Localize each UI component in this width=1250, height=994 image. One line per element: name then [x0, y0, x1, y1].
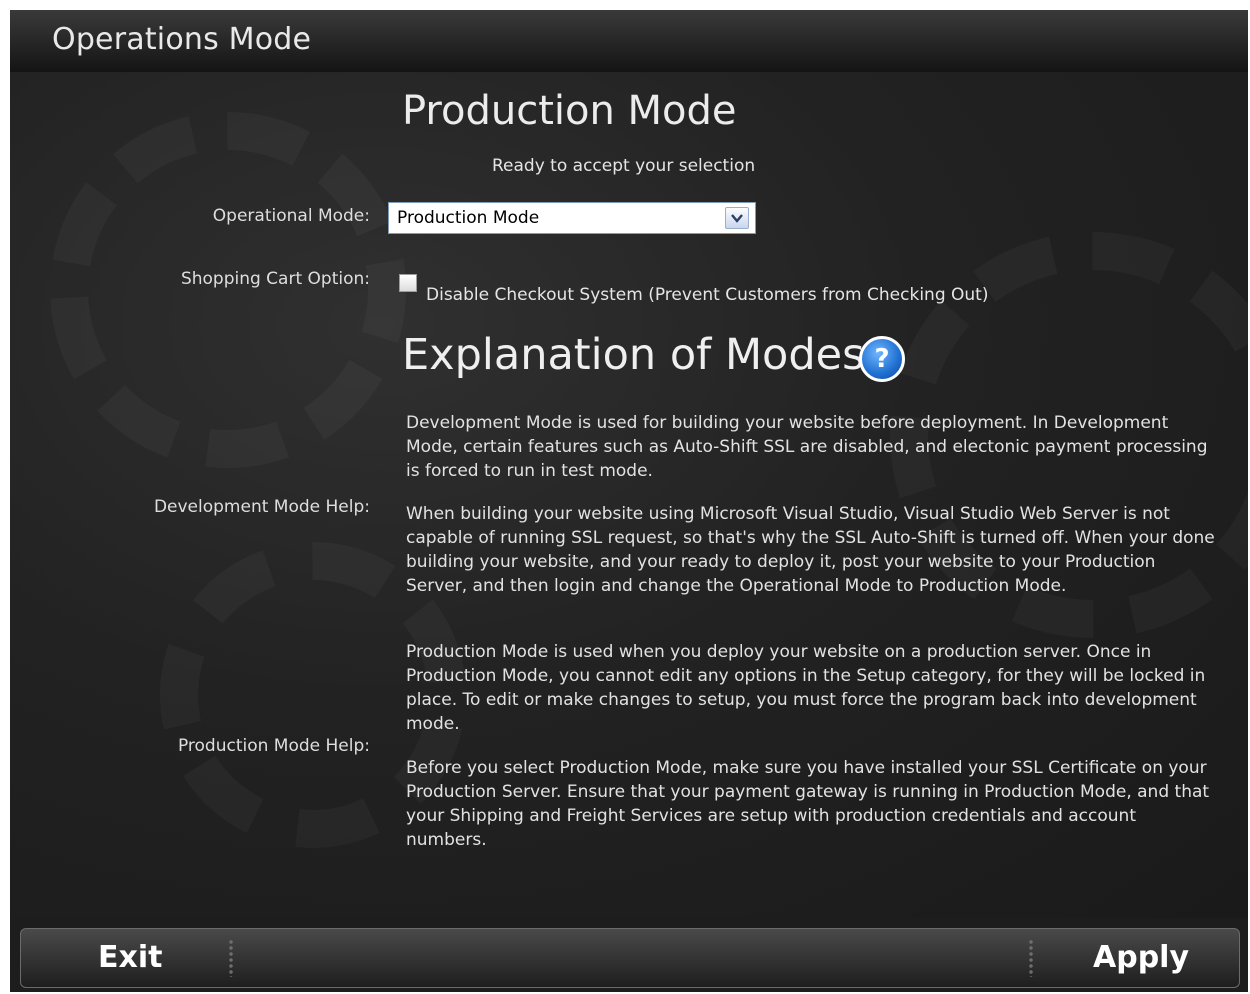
operational-mode-select[interactable]: Production Mode [388, 202, 756, 234]
development-help-paragraph: Development Mode is used for building yo… [406, 413, 1208, 481]
title-bar: Operations Mode [10, 10, 1248, 72]
explanation-title: Explanation of Modes [402, 330, 865, 380]
shopping-cart-label: Shopping Cart Option: [180, 269, 370, 289]
window-title: Operations Mode [52, 22, 312, 57]
grip-handle [227, 939, 235, 977]
background-gear-decoration [50, 112, 406, 468]
chevron-down-icon[interactable] [725, 207, 749, 229]
operations-mode-window: Operations Mode Production Mode Ready to… [10, 10, 1248, 992]
development-help-paragraph: When building your website using Microso… [406, 504, 1215, 596]
development-help-label: Development Mode Help: [153, 497, 370, 517]
disable-checkout-label[interactable]: Disable Checkout System (Prevent Custome… [426, 285, 988, 305]
production-help-paragraph: Before you select Production Mode, make … [406, 758, 1210, 850]
production-help-paragraph: Production Mode is used when you deploy … [406, 642, 1206, 734]
production-help-label: Production Mode Help: [177, 736, 370, 756]
operational-mode-label: Operational Mode: [212, 206, 370, 226]
content-panel: Production Mode Ready to accept your sel… [10, 72, 1248, 918]
status-text: Ready to accept your selection [492, 156, 756, 176]
disable-checkout-checkbox[interactable] [399, 274, 417, 292]
operational-mode-value: Production Mode [397, 208, 540, 228]
grip-handle [1027, 939, 1035, 977]
bottom-button-bar: Exit Apply [20, 928, 1240, 988]
apply-button[interactable]: Apply [1093, 929, 1189, 987]
question-circle-icon[interactable]: ? [859, 336, 905, 382]
mode-title: Production Mode [402, 88, 737, 134]
exit-button[interactable]: Exit [98, 929, 162, 987]
